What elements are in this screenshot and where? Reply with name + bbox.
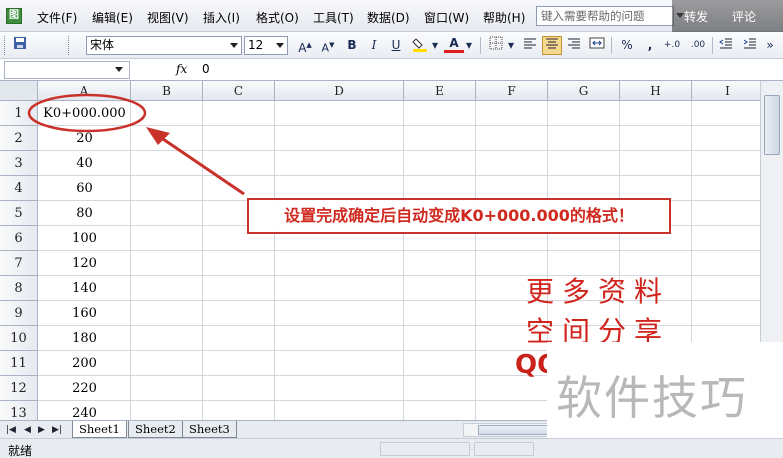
prev-sheet-button[interactable]: ◀ [24, 424, 31, 436]
annotation-arrow [159, 135, 245, 196]
status-text: 就绪 [8, 444, 33, 458]
sheet-tab-1[interactable]: Sheet1 [72, 421, 127, 438]
annotation-callout: 设置完成确定后自动变成K0+000.000的格式！ [247, 198, 671, 234]
status-panel [380, 442, 470, 456]
first-sheet-button[interactable]: |◀ [6, 424, 16, 436]
next-sheet-button[interactable]: ▶ [38, 424, 45, 436]
sheet-tab-2[interactable]: Sheet2 [128, 421, 183, 438]
watermark-text: 软件技巧 [556, 371, 748, 425]
last-sheet-button[interactable]: ▶| [52, 424, 62, 436]
status-bar: 就绪 [0, 438, 783, 458]
status-panel [474, 442, 534, 456]
sheet-tab-3[interactable]: Sheet3 [182, 421, 237, 438]
highlight-ellipse [27, 93, 147, 133]
promo-line-1: 更多资料 [526, 275, 671, 308]
